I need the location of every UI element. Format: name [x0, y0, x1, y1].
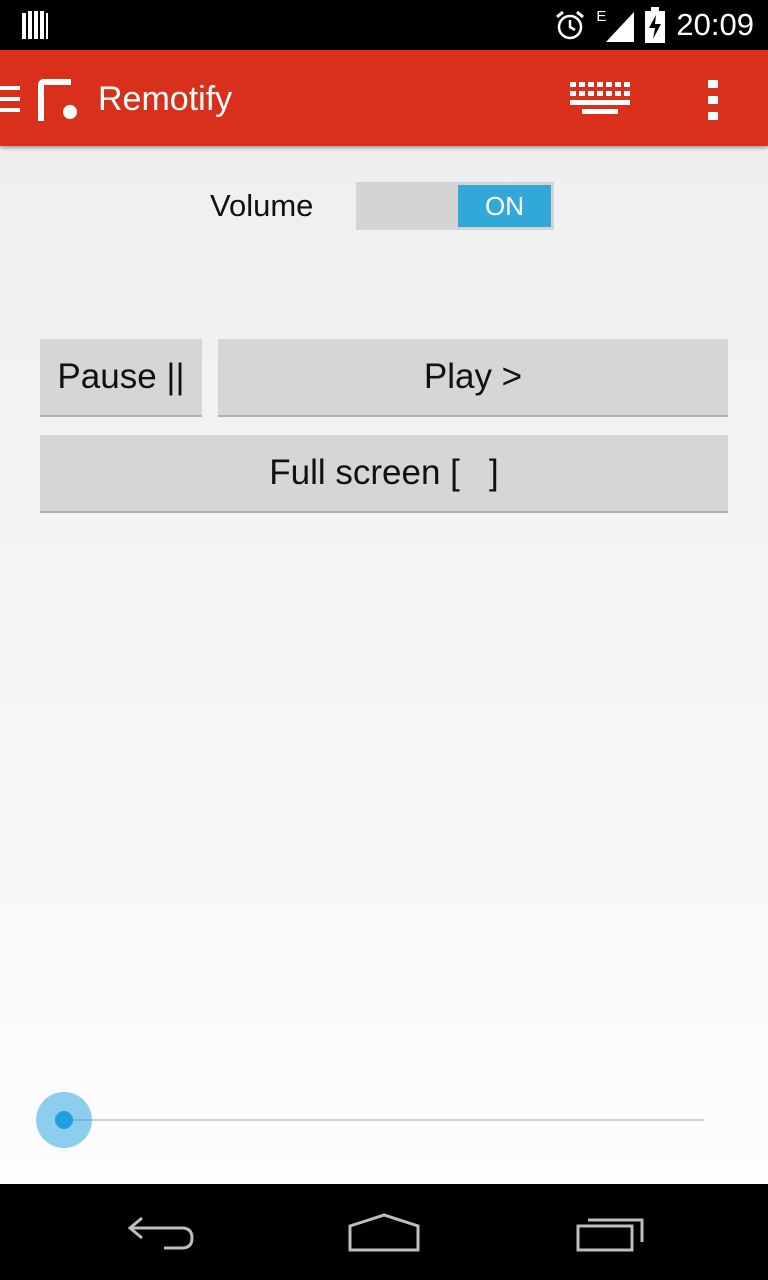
main-content: Volume ON Pause || Play > Full screen [ …	[0, 146, 768, 1184]
battery-charging-icon	[645, 7, 666, 43]
notification-bars-icon	[22, 11, 48, 39]
volume-toggle-thumb: ON	[458, 185, 551, 227]
navigation-bar	[0, 1184, 768, 1280]
signal-icon	[606, 12, 635, 42]
home-icon[interactable]	[346, 1212, 422, 1254]
volume-toggle[interactable]: ON	[356, 182, 554, 230]
volume-label: Volume	[210, 188, 314, 223]
app-title: Remotify	[98, 80, 233, 118]
seek-thumb[interactable]	[55, 1111, 73, 1129]
network-type-label: E	[596, 8, 607, 25]
drawer-menu-icon[interactable]	[0, 84, 22, 114]
back-icon[interactable]	[124, 1212, 196, 1254]
status-time: 20:09	[676, 7, 754, 42]
pause-button[interactable]: Pause ||	[40, 339, 202, 417]
alarm-icon	[556, 10, 585, 40]
play-button[interactable]: Play >	[218, 339, 728, 417]
full-screen-button[interactable]: Full screen [ ]	[40, 435, 728, 513]
recent-apps-icon[interactable]	[574, 1212, 646, 1254]
keyboard-icon[interactable]	[568, 80, 632, 116]
seek-bar[interactable]	[36, 1090, 706, 1150]
action-bar: Remotify	[0, 50, 768, 146]
remotify-logo	[38, 79, 77, 121]
seek-track	[64, 1119, 704, 1121]
status-bar: E 20:09	[0, 0, 768, 50]
overflow-menu-icon[interactable]	[700, 78, 728, 122]
